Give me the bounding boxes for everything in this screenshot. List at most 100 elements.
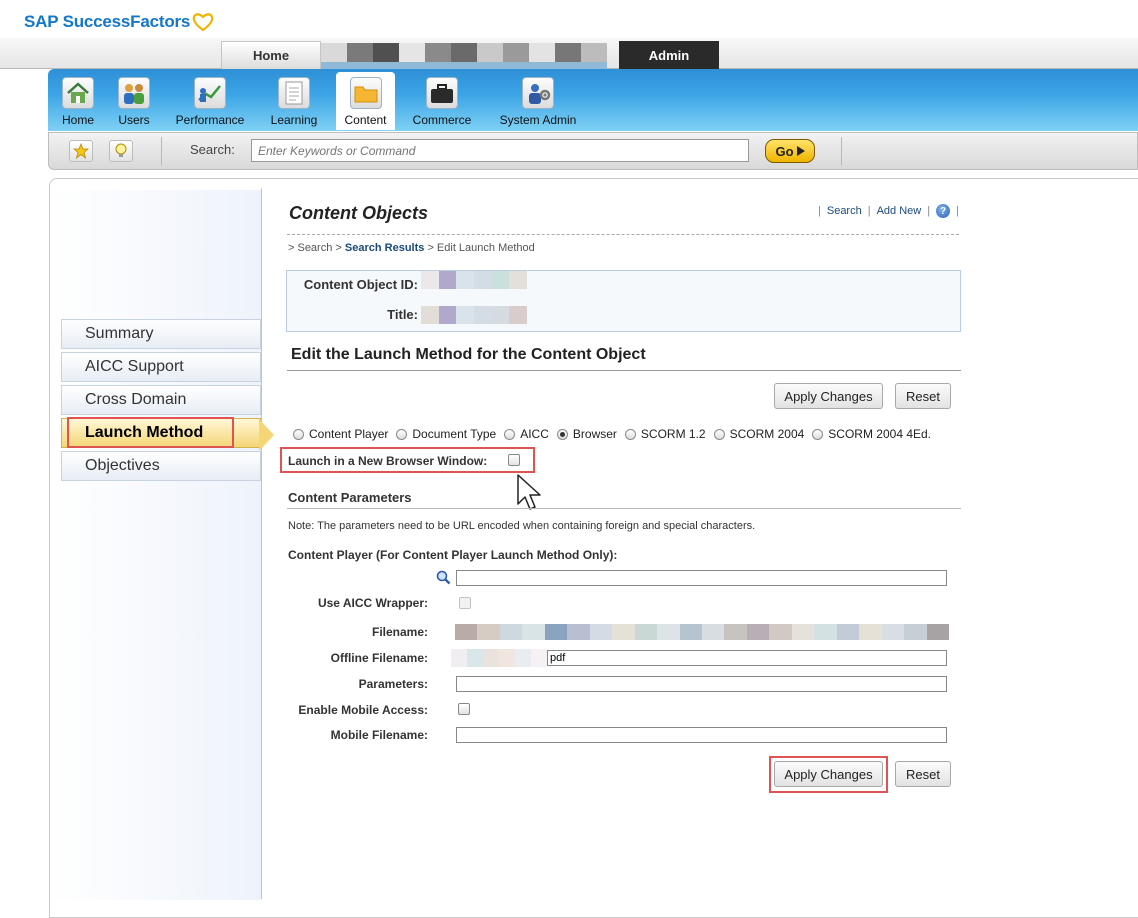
search-input[interactable]	[251, 139, 749, 162]
content-object-info: Content Object ID: Title:	[286, 270, 961, 332]
radio-label: AICC	[520, 427, 549, 441]
sidebar-item-label: Summary	[85, 325, 154, 342]
users-icon	[118, 77, 150, 109]
nav-label: Performance	[175, 113, 245, 127]
sidebar-item-label: Cross Domain	[85, 391, 187, 408]
play-arrow-icon	[796, 146, 805, 156]
content-player-input[interactable]	[456, 570, 947, 586]
page-title: Content Objects	[289, 203, 429, 223]
filename-label: Filename:	[371, 625, 428, 639]
filename-value	[455, 624, 949, 640]
radio-aicc[interactable]: AICC	[504, 427, 549, 441]
breadcrumb-search-results[interactable]: Search Results	[345, 242, 424, 254]
system-admin-icon	[522, 77, 554, 109]
mobile-filename-label: Mobile Filename:	[330, 728, 428, 742]
radio-button[interactable]	[713, 428, 725, 440]
brand-logo: SAP SuccessFactors	[24, 10, 214, 34]
nav-performance[interactable]: Performance	[171, 72, 249, 130]
active-item-arrow	[259, 419, 274, 451]
sidebar-item-aicc-support[interactable]: AICC Support	[61, 352, 261, 382]
offline-filename-redacted	[451, 649, 547, 667]
encoding-note: Note: The parameters need to be URL enco…	[288, 520, 756, 532]
favorites-star-icon[interactable]	[69, 140, 93, 162]
radio-scorm-1-2[interactable]: SCORM 1.2	[624, 427, 706, 441]
nav-label: Content	[344, 113, 387, 127]
search-divider	[161, 137, 162, 165]
radio-button[interactable]	[293, 428, 304, 440]
nav-label: Home	[61, 113, 94, 127]
radio-browser[interactable]: Browser	[556, 427, 617, 441]
nav-learning[interactable]: Learning	[266, 72, 322, 130]
redacted-tabs	[321, 43, 607, 62]
section-title: Edit the Launch Method for the Content O…	[291, 346, 646, 363]
heart-icon	[192, 13, 214, 32]
document-icon	[278, 77, 310, 109]
home-icon	[62, 77, 94, 109]
new-window-label: Launch in a New Browser Window:	[288, 454, 488, 468]
aicc-wrapper-checkbox[interactable]	[459, 597, 471, 609]
mobile-access-checkbox[interactable]	[458, 703, 470, 715]
content-object-id-value	[421, 271, 528, 289]
apply-changes-button-top[interactable]: Apply Changes	[774, 383, 883, 409]
link-separator: |	[818, 205, 821, 217]
sidebar-item-label: Objectives	[85, 457, 160, 474]
parameters-input[interactable]	[456, 676, 947, 692]
help-icon[interactable]: ?	[936, 204, 951, 218]
link-separator: |	[956, 205, 959, 217]
nav-label: Learning	[270, 113, 318, 127]
nav-content[interactable]: Content	[336, 72, 395, 130]
section-divider	[287, 370, 961, 371]
aicc-wrapper-label: Use AICC Wrapper:	[317, 596, 428, 610]
radio-label: Document Type	[412, 427, 497, 441]
mobile-filename-input[interactable]	[456, 727, 947, 743]
nav-label: Users	[118, 113, 150, 127]
radio-scorm-2004[interactable]: SCORM 2004	[713, 427, 804, 441]
tab-admin[interactable]: Admin	[619, 41, 719, 69]
title-divider	[287, 234, 959, 235]
brand-name: SAP SuccessFactors	[24, 12, 191, 31]
offline-filename-label: Offline Filename:	[330, 651, 428, 665]
radio-button[interactable]	[396, 428, 408, 440]
radio-label: Browser	[572, 427, 617, 441]
search-label: Search:	[190, 142, 235, 157]
search-link[interactable]: Search	[827, 205, 862, 217]
nav-system-admin[interactable]: System Admin	[495, 72, 581, 130]
radio-button[interactable]	[504, 428, 516, 440]
folder-icon	[349, 77, 382, 109]
content-divider	[261, 188, 262, 899]
title-value	[421, 306, 528, 324]
sidebar-item-objectives[interactable]: Objectives	[61, 451, 261, 481]
mobile-access-label: Enable Mobile Access:	[298, 703, 428, 717]
nav-commerce[interactable]: Commerce	[409, 72, 475, 130]
ideas-bulb-icon[interactable]	[109, 140, 133, 162]
search-divider	[841, 137, 842, 165]
search-magnifier-icon[interactable]	[436, 570, 451, 585]
radio-button[interactable]	[624, 428, 636, 440]
radio-button-selected[interactable]	[556, 428, 568, 440]
add-new-link[interactable]: Add New	[877, 205, 922, 217]
offline-filename-input[interactable]	[547, 650, 947, 666]
nav-home[interactable]: Home	[58, 72, 98, 130]
sidebar-item-summary[interactable]: Summary	[61, 319, 261, 349]
go-button-label: Go	[775, 143, 794, 159]
go-button[interactable]: Go	[765, 139, 815, 163]
nav-users[interactable]: Users	[114, 72, 154, 130]
radio-label: SCORM 2004 4Ed.	[828, 427, 932, 441]
page-links: | Search | Add New | ? |	[818, 204, 959, 218]
parameters-label: Parameters:	[358, 677, 428, 691]
radio-button[interactable]	[812, 428, 824, 440]
sidebar-background	[50, 190, 261, 900]
tab-home[interactable]: Home	[221, 41, 321, 69]
reset-button-bottom[interactable]: Reset	[895, 761, 951, 787]
radio-content-player[interactable]: Content Player	[293, 427, 388, 441]
performance-chart-icon	[194, 77, 226, 109]
link-separator: |	[867, 205, 871, 217]
radio-scorm-2004-4ed[interactable]: SCORM 2004 4Ed.	[812, 427, 931, 441]
highlight-launch-method	[67, 417, 234, 448]
reset-button-top[interactable]: Reset	[895, 383, 951, 409]
apply-changes-button-bottom[interactable]: Apply Changes	[774, 761, 883, 787]
sidebar-item-cross-domain[interactable]: Cross Domain	[61, 385, 261, 415]
content-object-id-label: Content Object ID:	[303, 277, 418, 292]
new-window-checkbox[interactable]	[508, 454, 520, 466]
radio-document-type[interactable]: Document Type	[396, 427, 496, 441]
